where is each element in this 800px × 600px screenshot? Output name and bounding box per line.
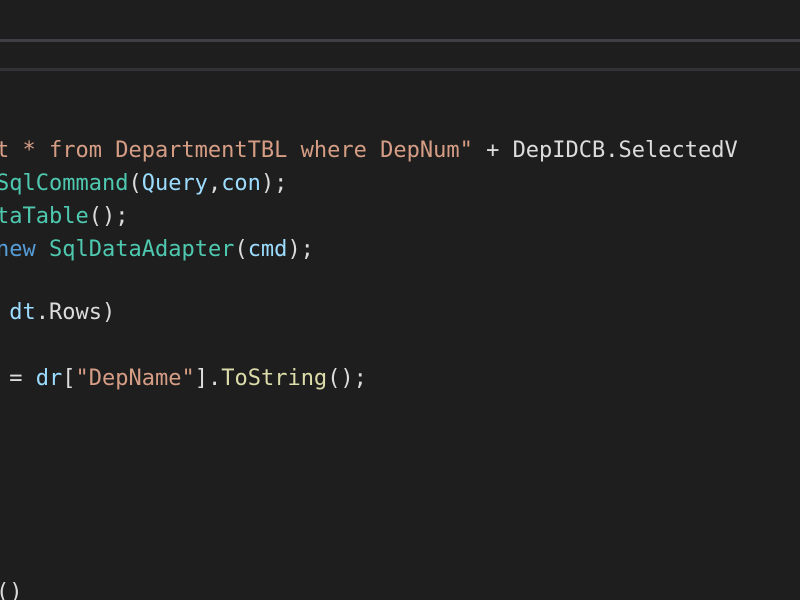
code-line-datatable[interactable]: taTable(); [0, 202, 128, 232]
code-token-punct: (); [88, 204, 129, 229]
code-token-string: t * from DepartmentTBL where DepNum" [0, 138, 473, 163]
code-token-keyword: new [0, 237, 36, 262]
code-token-variable: dt [9, 300, 36, 325]
code-token-type: SqlCommand [0, 171, 129, 196]
code-token-variable: cmd [247, 237, 288, 262]
code-token-variable: Query [141, 171, 208, 196]
code-token-punct: , [207, 171, 222, 196]
code-line-foreach-rows[interactable]: dt.Rows) [0, 298, 115, 328]
code-token-plain: .Rows) [35, 300, 116, 325]
code-token-variable: con [221, 171, 261, 196]
code-token-type: SqlDataAdapter [49, 237, 235, 262]
code-line-query-string[interactable]: t * from DepartmentTBL where DepNum" + D… [0, 136, 738, 166]
code-line-depname-assign[interactable]: = dr["DepName"].ToString(); [0, 364, 367, 394]
code-token-punct: () [0, 580, 23, 600]
code-token-plain: + DepIDCB.SelectedV [472, 138, 738, 163]
code-token-variable: dr [35, 366, 63, 391]
code-token-punct: ( [128, 171, 142, 196]
code-token-plain: = [9, 366, 23, 391]
code-line-call-parens[interactable]: () [0, 578, 23, 600]
code-token-type: taTable [0, 204, 89, 229]
editor-top-divider [0, 39, 800, 42]
code-token-punct: ( [234, 237, 248, 262]
code-line-sqldataadapter[interactable]: new SqlDataAdapter(cmd); [0, 235, 314, 265]
code-token-string: "DepName" [75, 366, 195, 391]
code-token-method: ToString [221, 366, 328, 391]
code-line-sqlcommand[interactable]: SqlCommand(Query,con); [0, 169, 287, 199]
editor-tab-divider [0, 68, 800, 71]
code-token-punct: ); [260, 171, 288, 196]
code-token-punct: [ [62, 366, 76, 391]
code-editor[interactable]: t * from DepartmentTBL where DepNum" + D… [0, 0, 800, 600]
code-token-punct: (); [327, 366, 367, 391]
code-token-punct: ); [287, 237, 314, 262]
code-token-punct: ]. [194, 366, 222, 391]
